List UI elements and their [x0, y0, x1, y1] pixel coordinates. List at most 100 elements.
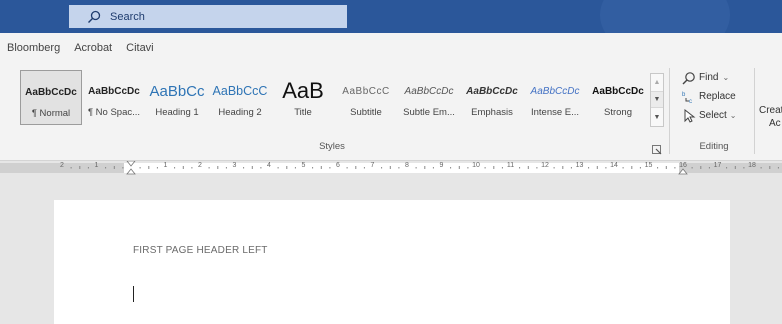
- style-subtitle[interactable]: AaBbCcC Subtitle: [335, 70, 397, 125]
- dialog-launcher-icon[interactable]: [652, 142, 662, 155]
- text-cursor: [133, 286, 134, 302]
- gallery-scroll-up-button[interactable]: ▲: [651, 74, 663, 91]
- group-divider: [754, 68, 755, 154]
- ruler-number: 12: [541, 162, 549, 169]
- styles-group-label: Styles: [319, 141, 345, 152]
- style-preview: AaBbCcC: [342, 85, 390, 97]
- style-preview: AaBbCc: [149, 82, 205, 100]
- style-preview: AaBbCcC: [212, 84, 268, 98]
- ruler-tick: [415, 167, 417, 169]
- style-preview: AaBbCcDc: [466, 85, 518, 97]
- group-divider: [669, 68, 670, 154]
- find-label: Find: [699, 72, 719, 83]
- document-page[interactable]: FIRST PAGE HEADER LEFT: [54, 200, 730, 324]
- style-normal[interactable]: AaBbCcDc ¶ Normal: [20, 70, 82, 125]
- style-preview: AaB: [282, 78, 324, 103]
- tab-citavi[interactable]: Citavi: [126, 42, 154, 54]
- ruler-tick: [769, 166, 771, 169]
- ruler-tick: [251, 166, 253, 169]
- style-name: Heading 1: [155, 107, 199, 118]
- select-button[interactable]: Select ⌄: [681, 107, 737, 124]
- style-no-spacing[interactable]: AaBbCcDc ¶ No Spac...: [83, 70, 145, 125]
- style-heading-2[interactable]: AaBbCcC Heading 2: [209, 70, 271, 125]
- ruler-number: 2: [198, 162, 202, 169]
- horizontal-ruler[interactable]: 2 1 1 2 3 4 5 6 7 8 9 10 11 12 13 14 15 16 17 18: [0, 161, 782, 175]
- ruler-tick: [596, 166, 598, 169]
- style-name: Intense E...: [530, 107, 580, 118]
- titlebar-decoration: [600, 0, 730, 33]
- style-strong[interactable]: AaBbCcDc Strong: [587, 70, 649, 125]
- style-title[interactable]: AaB Title: [272, 70, 334, 125]
- ruler-tick: [139, 167, 141, 169]
- ruler-tick: [277, 167, 279, 169]
- search-icon: [87, 10, 101, 24]
- ruler-tick: [312, 167, 314, 169]
- ruler-tick: [381, 167, 383, 169]
- gallery-more-button[interactable]: ▼: [651, 109, 663, 126]
- ruler-tick: [346, 167, 348, 169]
- find-icon: [681, 71, 697, 85]
- tab-bloomberg[interactable]: Bloomberg: [7, 42, 60, 54]
- editing-group-label: Editing: [699, 141, 729, 152]
- ruler-tick: [562, 166, 564, 169]
- ruler-tick: [70, 167, 72, 169]
- ruler-number: 2: [60, 162, 64, 169]
- ruler-tick: [148, 166, 150, 169]
- ruler-number: 9: [439, 162, 444, 169]
- ruler-tick: [657, 167, 659, 169]
- ruler-tick: [553, 167, 555, 169]
- ruler-tick: [458, 166, 460, 169]
- ruler-tick: [484, 167, 486, 169]
- style-name: Title: [294, 107, 312, 118]
- style-preview: AaBbCcDc: [404, 85, 454, 97]
- ruler-tick: [760, 167, 762, 169]
- tab-acrobat[interactable]: Acrobat: [74, 42, 112, 54]
- ruler-tick: [527, 166, 529, 169]
- ruler-tick: [467, 167, 469, 169]
- create-label-line1: Creat: [759, 105, 782, 116]
- search-box[interactable]: Search: [69, 5, 347, 28]
- ruler-tick: [432, 167, 434, 169]
- style-name: Subtle Em...: [403, 107, 455, 118]
- create-button[interactable]: Creat Ac: [759, 104, 782, 130]
- ruler-tick: [588, 167, 590, 169]
- ruler-tick: [674, 167, 676, 169]
- ruler-tick: [156, 167, 158, 169]
- cursor-arrow-icon: [681, 108, 697, 123]
- ruler-tick: [122, 167, 124, 169]
- select-label: Select: [699, 110, 727, 121]
- style-emphasis[interactable]: AaBbCcDc Emphasis: [461, 70, 523, 125]
- gallery-scroll-down-button[interactable]: ▼: [651, 91, 663, 108]
- style-name: Emphasis: [471, 107, 513, 118]
- ruler-tick: [182, 166, 184, 169]
- ruler-tick: [570, 167, 572, 169]
- ruler-tick: [113, 166, 115, 169]
- ruler-tick: [174, 167, 176, 169]
- ruler-number: 10: [472, 162, 480, 169]
- ruler-tick: [605, 167, 607, 169]
- chevron-down-icon: ⌄: [722, 73, 730, 82]
- ruler-tick: [329, 167, 331, 169]
- ruler-tick: [631, 166, 633, 169]
- replace-label: Replace: [699, 91, 736, 102]
- style-subtle-emphasis[interactable]: AaBbCcDc Subtle Em...: [398, 70, 460, 125]
- ruler-tick: [691, 167, 693, 169]
- ruler-number: 13: [575, 162, 584, 169]
- ruler-tick: [363, 167, 365, 169]
- ruler-tick: [726, 167, 728, 169]
- find-button[interactable]: Find ⌄: [681, 69, 729, 86]
- ruler-tick: [79, 166, 81, 169]
- styles-gallery: AaBbCcDc ¶ Normal AaBbCcDc ¶ No Spac... …: [20, 70, 647, 125]
- ruler-tick: [217, 166, 219, 169]
- ruler-tick: [493, 166, 495, 169]
- gallery-scroller: ▲ ▼ ▼: [650, 73, 664, 127]
- style-preview: AaBbCcDc: [530, 85, 580, 97]
- ruler-tick: [294, 167, 296, 169]
- ruler-tick: [639, 167, 641, 169]
- style-heading-1[interactable]: AaBbCc Heading 1: [146, 70, 208, 125]
- ruler-tick: [501, 167, 503, 169]
- ruler-tick: [777, 167, 779, 169]
- style-intense-emphasis[interactable]: AaBbCcDc Intense E...: [524, 70, 586, 125]
- replace-button[interactable]: bc Replace: [681, 88, 736, 105]
- ruler-tick: [708, 167, 710, 169]
